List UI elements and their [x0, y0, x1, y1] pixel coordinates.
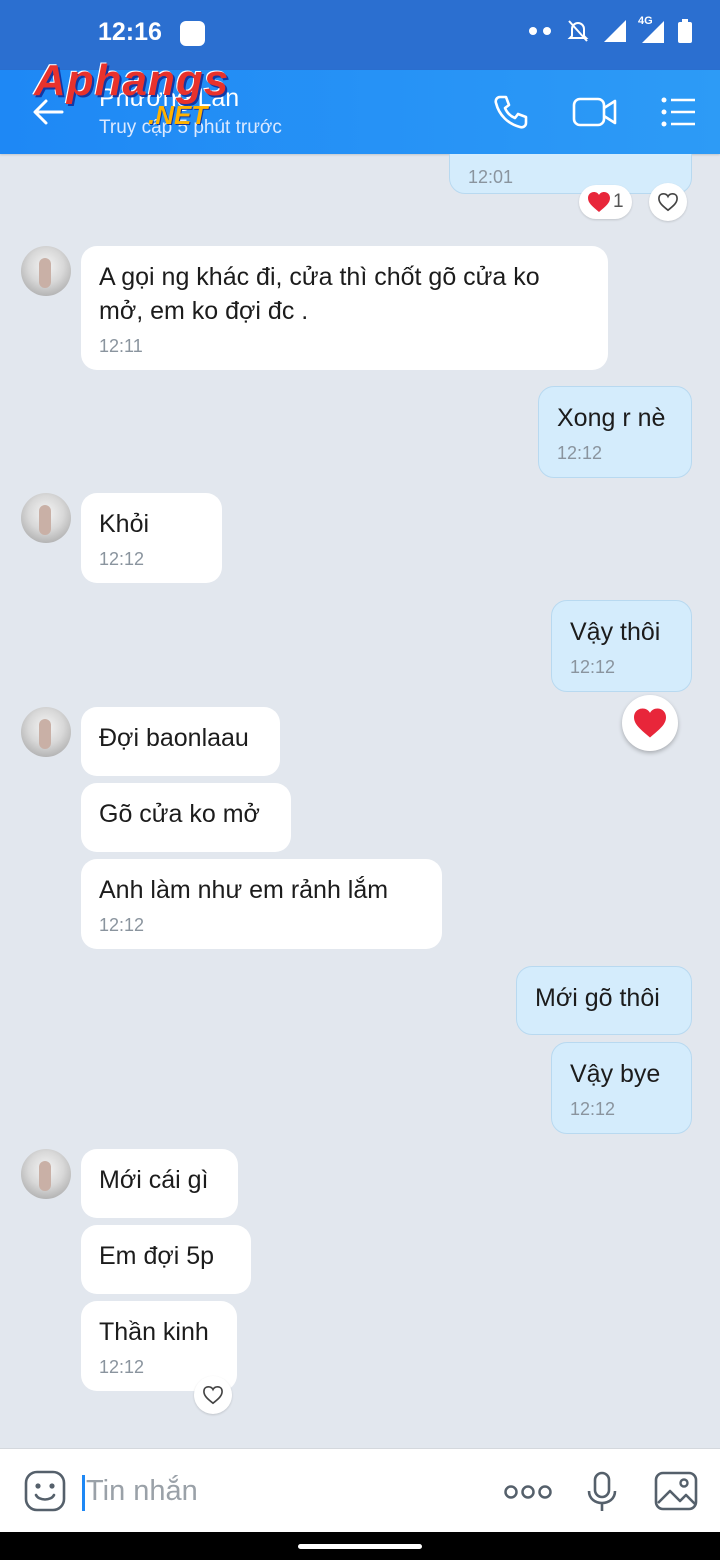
message-text: Xong r nè — [557, 404, 666, 432]
message-text: Khỏi — [99, 510, 150, 538]
status-time: 12:16 — [98, 18, 162, 46]
message-text: Vậy bye — [570, 1060, 661, 1088]
message-text: Đợi baonlaau — [99, 724, 249, 752]
message-time: 12:11 — [99, 336, 143, 356]
message-text: Mới cái gì — [99, 1166, 209, 1194]
message-bubble-outgoing[interactable]: Vậy thôi 12:12 — [551, 600, 692, 692]
mute-icon — [567, 20, 589, 42]
heart-icon — [588, 192, 610, 212]
message-time: 12:12 — [99, 1357, 145, 1377]
battery-icon — [678, 19, 692, 43]
text-cursor — [82, 1475, 85, 1511]
emoji-sticker-icon[interactable] — [24, 1470, 66, 1512]
message-bubble-outgoing[interactable]: Vậy bye 12:12 — [551, 1042, 692, 1134]
message-input-bar: Tin nhắn — [0, 1448, 720, 1533]
message-input[interactable]: Tin nhắn — [86, 1475, 198, 1508]
message-time: 12:12 — [99, 549, 145, 569]
message-bubble-incoming[interactable]: Đợi baonlaau — [81, 707, 280, 776]
message-time: 12:12 — [99, 915, 145, 935]
system-nav-bar — [0, 1532, 720, 1560]
message-bubble-incoming[interactable]: Gõ cửa ko mở — [81, 783, 291, 852]
message-bubble-incoming[interactable]: A gọi ng khác đi, cửa thì chốt gõ cửa ko… — [81, 246, 608, 370]
signal-icon — [604, 20, 626, 42]
message-text: Mới gõ thôi — [535, 984, 660, 1012]
contact-avatar[interactable] — [21, 246, 71, 296]
watermark-logo-suffix: .NET — [148, 100, 208, 130]
message-text: Em đợi 5p — [99, 1242, 215, 1270]
microphone-icon[interactable] — [586, 1471, 618, 1513]
message-bubble-outgoing[interactable]: Xong r nè 12:12 — [538, 386, 692, 478]
message-bubble-incoming[interactable]: Mới cái gì — [81, 1149, 238, 1218]
watermark-logo: Aphangs — [34, 56, 230, 105]
message-bubble-outgoing[interactable]: Mới gõ thôi — [516, 966, 692, 1035]
phone-icon[interactable] — [491, 92, 531, 132]
video-call-icon[interactable] — [572, 92, 618, 132]
message-bubble-incoming[interactable]: Anh làm như em rảnh lắm 12:12 — [81, 859, 442, 949]
message-text: Anh làm như em rảnh lắm — [99, 876, 389, 904]
heart-reaction-icon[interactable] — [622, 695, 678, 751]
react-button[interactable] — [194, 1376, 232, 1414]
app-notification-icon — [180, 21, 205, 46]
reaction-count-number: 1 — [613, 191, 624, 212]
message-text: Thần kinh — [99, 1318, 209, 1346]
heart-icon — [634, 708, 666, 738]
chat-messages[interactable]: 12:01 1 A gọi ng khác đi, cửa thì chốt g… — [0, 154, 720, 1448]
message-text: Vậy thôi — [570, 618, 661, 646]
contact-avatar[interactable] — [21, 707, 71, 757]
message-text: A gọi ng khác đi, cửa thì chốt gõ cửa ko… — [99, 263, 540, 325]
contact-avatar[interactable] — [21, 493, 71, 543]
signal-4g-icon: 4G — [638, 15, 664, 43]
message-time: 12:12 — [570, 1099, 616, 1119]
heart-outline-icon — [658, 192, 678, 212]
menu-icon[interactable] — [658, 92, 698, 132]
image-gallery-icon[interactable] — [654, 1471, 698, 1511]
message-time: 12:01 — [468, 167, 514, 187]
reaction-count[interactable]: 1 — [579, 185, 632, 219]
message-bubble-incoming[interactable]: Em đợi 5p — [81, 1225, 251, 1294]
home-gesture-pill[interactable] — [298, 1544, 422, 1549]
more-dots-icon[interactable] — [504, 1484, 552, 1500]
message-text: Gõ cửa ko mở — [99, 800, 260, 828]
heart-outline-icon — [203, 1385, 223, 1405]
status-icons: 4G — [528, 15, 692, 44]
dots-icon — [529, 27, 551, 35]
message-time: 12:12 — [557, 443, 603, 463]
react-button[interactable] — [649, 183, 687, 221]
contact-avatar[interactable] — [21, 1149, 71, 1199]
message-time: 12:12 — [570, 657, 616, 677]
message-bubble-incoming[interactable]: Khỏi 12:12 — [81, 493, 222, 583]
